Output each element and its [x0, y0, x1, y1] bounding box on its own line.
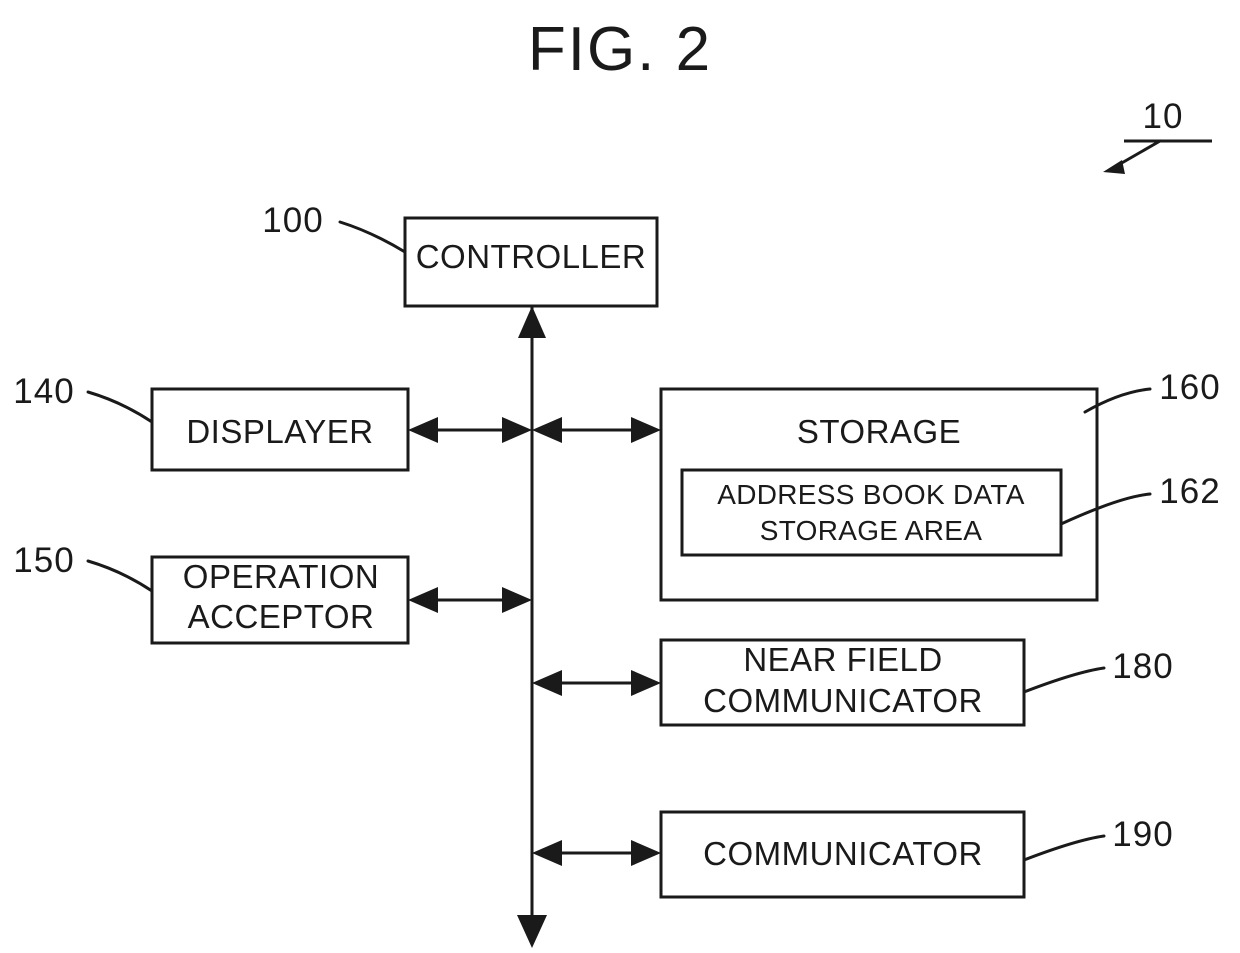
near-field-communicator-ref-leader — [1022, 666, 1106, 694]
block-diagram: FIG. 2 10 CONTROLLER 100 DISPLAYER 140 S… — [13, 15, 1220, 948]
system-ref-arrowhead — [1103, 160, 1125, 174]
connector-bus-near-field-communicator — [532, 670, 661, 696]
communicator-ref-leader — [1022, 834, 1106, 862]
operation-acceptor-ref-leader — [86, 559, 154, 593]
near-field-communicator-label-line2: COMMUNICATOR — [703, 682, 983, 719]
figure-title: FIG. 2 — [528, 15, 712, 84]
communicator-arrowhead-right — [631, 840, 661, 866]
operation-acceptor-label-line2: ACCEPTOR — [188, 598, 375, 635]
controller-ref-number: 100 — [262, 201, 323, 240]
block-near-field-communicator: NEAR FIELD COMMUNICATOR 180 — [659, 638, 1173, 727]
operation-acceptor-bus-arrowhead-right — [502, 587, 532, 613]
operation-acceptor-label-line1: OPERATION — [183, 558, 379, 595]
address-book-data-storage-area-ref-number: 162 — [1159, 472, 1220, 511]
bus-storage-arrowhead-right — [631, 417, 661, 443]
address-book-data-storage-area-label-line2: STORAGE AREA — [760, 515, 983, 546]
communicator-arrowhead-left — [532, 840, 562, 866]
patent-figure: FIG. 2 10 CONTROLLER 100 DISPLAYER 140 S… — [0, 0, 1240, 953]
connector-bus-storage — [532, 417, 661, 443]
communicator-ref-number: 190 — [1112, 815, 1173, 854]
block-operation-acceptor: OPERATION ACCEPTOR 150 — [13, 541, 410, 645]
near-field-communicator-arrowhead-right — [631, 670, 661, 696]
communicator-label: COMMUNICATOR — [703, 835, 983, 872]
displayer-bus-arrowhead-right — [502, 417, 532, 443]
controller-ref-leader — [338, 220, 407, 254]
connector-bus-communicator — [532, 840, 661, 866]
block-displayer: DISPLAYER 140 — [13, 372, 410, 472]
near-field-communicator-ref-number: 180 — [1112, 647, 1173, 686]
displayer-label: DISPLAYER — [186, 413, 373, 450]
connector-operation-acceptor-bus — [408, 587, 532, 613]
block-controller: CONTROLLER 100 — [262, 201, 659, 308]
block-storage: STORAGE 160 ADDRESS BOOK DATA STORAGE AR… — [659, 368, 1220, 602]
address-book-data-storage-area-label-line1: ADDRESS BOOK DATA — [717, 479, 1024, 510]
storage-label: STORAGE — [797, 413, 961, 450]
connector-displayer-bus — [408, 417, 532, 443]
displayer-ref-leader — [86, 390, 154, 424]
bus-arrowhead-down — [517, 915, 547, 948]
displayer-ref-number: 140 — [13, 372, 74, 411]
operation-acceptor-bus-arrowhead-left — [408, 587, 438, 613]
system-reference-callout: 10 — [1103, 97, 1212, 174]
system-ref-number: 10 — [1143, 97, 1184, 136]
storage-ref-number: 160 — [1159, 368, 1220, 407]
operation-acceptor-ref-number: 150 — [13, 541, 74, 580]
bus-storage-arrowhead-left — [532, 417, 562, 443]
displayer-bus-arrowhead-left — [408, 417, 438, 443]
system-ref-leader — [1118, 139, 1162, 166]
near-field-communicator-arrowhead-left — [532, 670, 562, 696]
block-communicator: COMMUNICATOR 190 — [659, 810, 1173, 899]
controller-label: CONTROLLER — [416, 238, 647, 275]
bus-arrowhead-up — [518, 306, 546, 338]
near-field-communicator-label-line1: NEAR FIELD — [743, 641, 942, 678]
